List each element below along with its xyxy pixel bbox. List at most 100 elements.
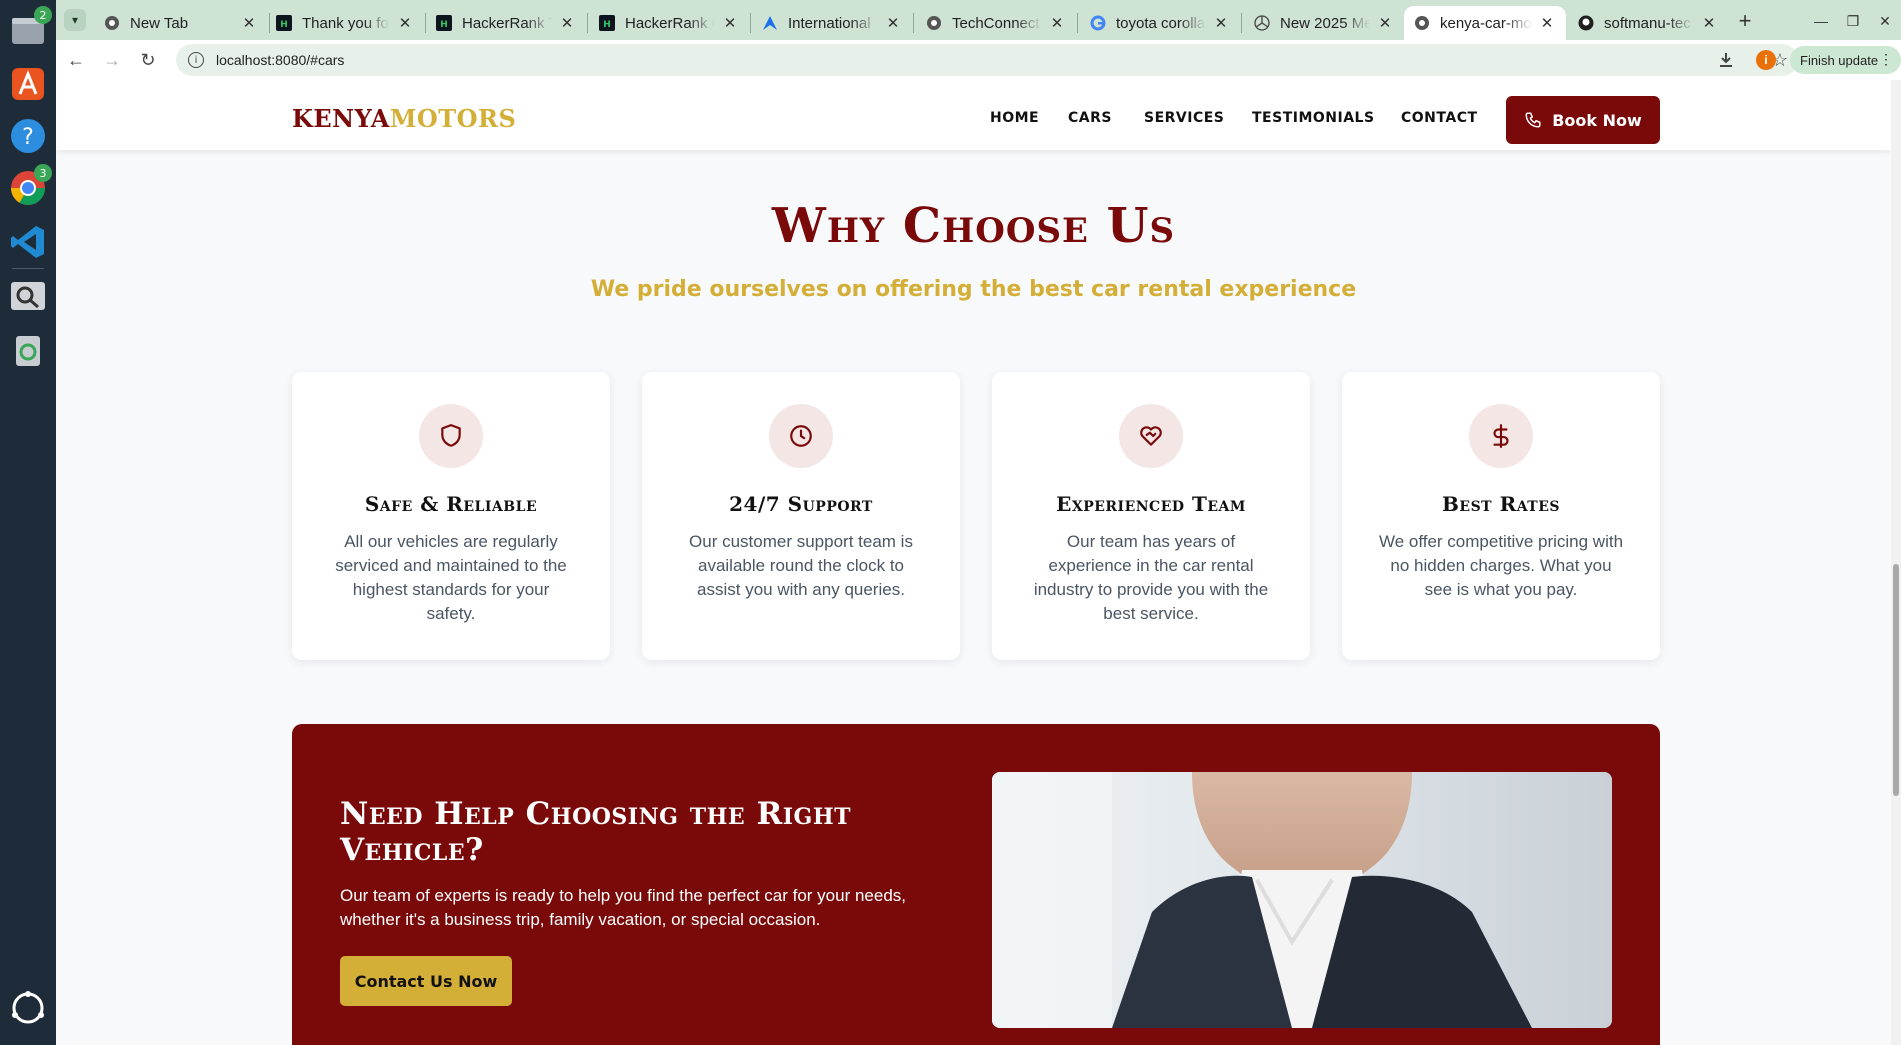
card-text: Our customer support team is available r… [689, 532, 913, 599]
tab-techconnect[interactable]: TechConnect ✕ [916, 6, 1076, 40]
tab-title: softmanu-tec [1604, 14, 1691, 32]
tab-title: New Tab [130, 14, 189, 32]
browser-chrome: ▾ New Tab ✕ H Thank you for ✕ H HackerRa… [56, 0, 1901, 80]
feature-card-rates: Best Rates We offer competitive pricing … [1342, 372, 1660, 660]
ubuntu-dock: 2 ? 3 [0, 0, 56, 1045]
card-text: Our team has years of experience in the … [1033, 532, 1269, 623]
book-now-button[interactable]: Book Now [1506, 96, 1660, 144]
card-title: Best Rates [1442, 492, 1560, 516]
close-icon[interactable]: ✕ [240, 14, 258, 32]
profile-avatar[interactable]: i [1756, 50, 1776, 70]
chrome-app-icon[interactable]: 3 [4, 164, 52, 212]
tab-hackerrank-t[interactable]: H HackerRank T ✕ [426, 6, 586, 40]
hackerrank-icon: H [599, 15, 615, 31]
svg-text:H: H [440, 20, 448, 30]
nav-home[interactable]: HOME [990, 110, 1039, 126]
card-title: Safe & Reliable [364, 492, 538, 516]
web-page: KENYAMOTORS HOME CARS SERVICES TESTIMONI… [56, 80, 1891, 1045]
globe-icon [926, 15, 942, 31]
scrollbar-thumb[interactable] [1893, 564, 1899, 796]
forward-icon[interactable]: → [100, 48, 124, 72]
heart-handshake-icon [1119, 404, 1183, 468]
tab-title: International [788, 14, 871, 32]
consultant-photo [992, 772, 1612, 1028]
site-header: KENYAMOTORS HOME CARS SERVICES TESTIMONI… [56, 80, 1891, 150]
hackerrank-icon: H [436, 15, 452, 31]
dock-separator [12, 268, 44, 269]
tab-hackerrank-c[interactable]: H HackerRank C ✕ [589, 6, 749, 40]
restore-icon[interactable]: ❐ [1840, 8, 1866, 34]
close-icon[interactable]: ✕ [558, 14, 576, 32]
feature-card-support: 24/7 Support Our customer support team i… [642, 372, 960, 660]
tab-kenya-car-motors-active[interactable]: kenya-car-mo ✕ [1404, 6, 1566, 40]
section-subtitle: We pride ourselves on offering the best … [590, 277, 1357, 302]
app-center-icon[interactable] [4, 60, 52, 108]
card-text: All our vehicles are regularly serviced … [335, 532, 567, 623]
help-cta-section: Need Help Choosing the Right Vehicle? Ou… [292, 724, 1660, 1045]
close-icon[interactable]: ✕ [721, 14, 739, 32]
section-title: Why Choose Us [771, 198, 1176, 254]
nav-cars[interactable]: CARS [1068, 110, 1112, 126]
url-text: localhost:8080/#cars [216, 52, 345, 68]
google-icon [1090, 15, 1106, 31]
address-bar[interactable]: i localhost:8080/#cars ☆ [176, 44, 1798, 76]
feature-card-team: Experienced Team Our team has years of e… [992, 372, 1310, 660]
chrome-badge: 3 [34, 164, 52, 182]
help-icon[interactable]: ? [4, 112, 52, 160]
show-apps-icon[interactable] [4, 984, 52, 1032]
tab-toyota-corolla[interactable]: toyota corolla ✕ [1080, 6, 1240, 40]
tab-thank-you[interactable]: H Thank you for ✕ [266, 6, 424, 40]
cta-text: Our team of experts is ready to help you… [340, 886, 907, 929]
tab-strip: ▾ New Tab ✕ H Thank you for ✕ H HackerRa… [56, 0, 1901, 40]
close-icon[interactable]: ✕ [1700, 14, 1718, 32]
logo-part2: MOTORS [389, 104, 517, 133]
arrow-logo-icon [762, 15, 778, 31]
shield-icon [419, 404, 483, 468]
feature-card-safe: Safe & Reliable All our vehicles are reg… [292, 372, 610, 660]
finish-update-button[interactable]: Finish update ⋮ [1790, 46, 1901, 74]
site-logo[interactable]: KENYAMOTORS [292, 104, 516, 133]
close-icon[interactable]: ✕ [1538, 14, 1556, 32]
svg-text:H: H [280, 20, 288, 30]
contact-us-button[interactable]: Contact Us Now [340, 956, 512, 1006]
tab-softmanu[interactable]: softmanu-tec ✕ [1568, 6, 1728, 40]
tab-new-2025[interactable]: New 2025 Me ✕ [1244, 6, 1404, 40]
close-icon[interactable]: ✕ [884, 14, 902, 32]
files-app-icon[interactable]: 2 [4, 6, 52, 54]
nav-services[interactable]: SERVICES [1144, 110, 1224, 126]
finish-update-label: Finish update [1800, 52, 1879, 68]
vscode-icon[interactable] [4, 218, 52, 266]
close-icon[interactable]: ✕ [396, 14, 414, 32]
search-tool-icon[interactable] [4, 272, 52, 320]
reload-icon[interactable]: ↻ [136, 48, 160, 72]
nav-contact[interactable]: CONTACT [1401, 110, 1478, 126]
tab-title: HackerRank T [462, 14, 552, 32]
svg-text:?: ? [22, 125, 34, 150]
page-scrollbar[interactable] [1891, 80, 1901, 1045]
download-icon[interactable] [1714, 48, 1738, 72]
tab-title: Thank you for [302, 14, 390, 32]
minimize-icon[interactable]: — [1808, 8, 1834, 34]
window-close-icon[interactable]: ✕ [1872, 8, 1898, 34]
close-icon[interactable]: ✕ [1376, 14, 1394, 32]
tab-search-button[interactable]: ▾ [64, 9, 86, 31]
tab-title: kenya-car-mo [1440, 14, 1532, 32]
close-icon[interactable]: ✕ [1048, 14, 1066, 32]
close-icon[interactable]: ✕ [1212, 14, 1230, 32]
files-badge: 2 [34, 6, 52, 24]
back-icon[interactable]: ← [64, 48, 88, 72]
cta-title: Need Help Choosing the Right Vehicle? [340, 796, 851, 868]
kebab-menu-icon[interactable]: ⋮ [1879, 51, 1893, 68]
new-tab-button[interactable]: + [1732, 8, 1758, 34]
site-info-icon[interactable]: i [188, 52, 204, 68]
tab-international[interactable]: International ✕ [752, 6, 912, 40]
hackerrank-icon: H [276, 15, 292, 31]
github-icon [1578, 15, 1594, 31]
globe-icon [1414, 15, 1430, 31]
nav-testimonials[interactable]: TESTIMONIALS [1252, 110, 1375, 126]
card-title: Experienced Team [1056, 492, 1246, 516]
tab-new-tab[interactable]: New Tab ✕ [94, 6, 268, 40]
trash-icon[interactable] [4, 326, 52, 374]
phone-icon [1525, 112, 1541, 128]
book-now-label: Book Now [1552, 110, 1642, 130]
